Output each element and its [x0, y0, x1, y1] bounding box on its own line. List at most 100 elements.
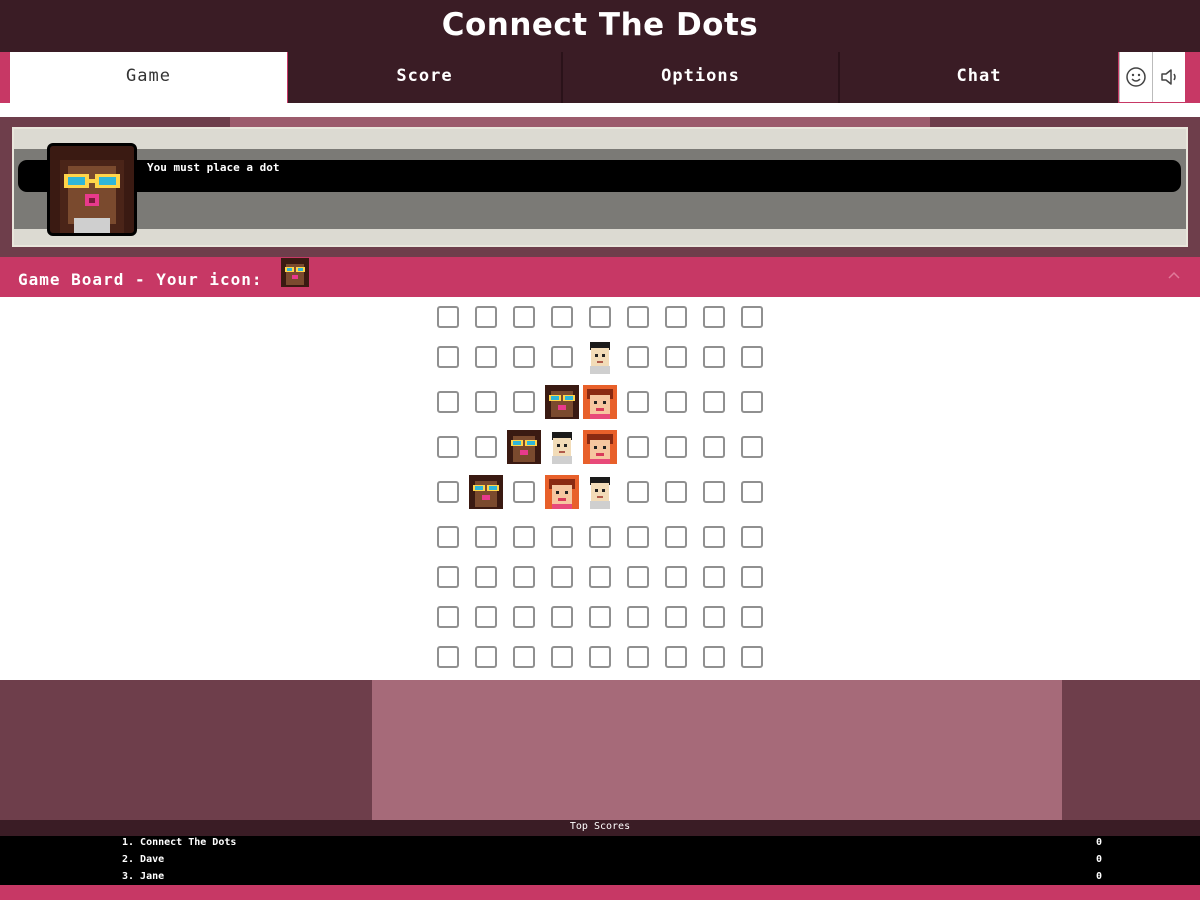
board-cell[interactable] [551, 526, 573, 548]
board-cell[interactable] [703, 391, 725, 413]
board-cell[interactable] [513, 646, 535, 668]
board-cell[interactable] [513, 346, 535, 368]
player-token-boy [545, 430, 579, 464]
tab-game[interactable]: Game [10, 52, 287, 103]
board-cell[interactable] [703, 481, 725, 503]
board-cell[interactable] [437, 526, 459, 548]
board-cell[interactable] [513, 391, 535, 413]
board-cell[interactable] [627, 306, 649, 328]
board-cell[interactable] [665, 391, 687, 413]
top-scores-title: Top Scores [569, 821, 631, 832]
app-title: Connect The Dots [0, 0, 1200, 52]
tab-underline [0, 103, 1200, 117]
board-cell[interactable] [437, 606, 459, 628]
board-cell[interactable] [437, 566, 459, 588]
score-entry-value: 0 [1096, 837, 1103, 848]
game-board [0, 297, 1200, 680]
board-cell[interactable] [475, 391, 497, 413]
board-cell[interactable] [475, 606, 497, 628]
board-cell[interactable] [741, 481, 763, 503]
board-cell[interactable] [741, 606, 763, 628]
score-entry-value: 0 [1096, 854, 1103, 865]
board-cell[interactable] [589, 606, 611, 628]
player-token-boy [583, 475, 617, 509]
board-cell[interactable] [589, 526, 611, 548]
board-cell[interactable] [437, 481, 459, 503]
board-cell[interactable] [665, 646, 687, 668]
tab-chat[interactable]: Chat [840, 52, 1118, 103]
tab-options[interactable]: Options [563, 52, 838, 103]
board-cell[interactable] [475, 646, 497, 668]
player-token-girl [545, 475, 579, 509]
player-avatar [47, 143, 137, 236]
board-cell[interactable] [665, 566, 687, 588]
board-cell[interactable] [513, 481, 535, 503]
board-cell[interactable] [741, 346, 763, 368]
board-cell[interactable] [475, 346, 497, 368]
board-cell[interactable] [703, 606, 725, 628]
board-cell[interactable] [703, 646, 725, 668]
board-cell[interactable] [741, 646, 763, 668]
board-cell[interactable] [627, 481, 649, 503]
emoji-button[interactable] [1119, 52, 1152, 102]
board-cell[interactable] [741, 391, 763, 413]
score-entry-name: 1. Connect The Dots [122, 837, 237, 848]
board-cell[interactable] [589, 566, 611, 588]
board-cell[interactable] [437, 391, 459, 413]
board-cell[interactable] [665, 346, 687, 368]
board-cell[interactable] [665, 306, 687, 328]
board-cell[interactable] [627, 606, 649, 628]
footer-bar [0, 885, 1200, 900]
board-cell[interactable] [665, 436, 687, 458]
player-token-you [545, 385, 579, 419]
board-cell[interactable] [627, 566, 649, 588]
your-icon-avatar [281, 258, 309, 287]
status-message: You must place a dot [147, 161, 280, 174]
board-cell[interactable] [551, 606, 573, 628]
board-cell[interactable] [627, 526, 649, 548]
board-cell[interactable] [513, 566, 535, 588]
board-cell[interactable] [627, 391, 649, 413]
board-cell[interactable] [437, 306, 459, 328]
board-cell[interactable] [551, 346, 573, 368]
board-cell[interactable] [665, 526, 687, 548]
board-cell[interactable] [703, 436, 725, 458]
tab-score[interactable]: Score [288, 52, 561, 103]
board-cell[interactable] [475, 306, 497, 328]
board-cell[interactable] [703, 566, 725, 588]
chevron-up-icon[interactable] [1166, 268, 1182, 282]
board-cell[interactable] [475, 526, 497, 548]
board-cell[interactable] [551, 306, 573, 328]
score-entry-name: 2. Dave [122, 854, 165, 865]
board-cell[interactable] [665, 606, 687, 628]
your-icon [281, 258, 309, 287]
board-cell[interactable] [741, 436, 763, 458]
board-cell[interactable] [513, 526, 535, 548]
board-cell[interactable] [665, 481, 687, 503]
board-cell[interactable] [513, 306, 535, 328]
board-cell[interactable] [551, 646, 573, 668]
board-cell[interactable] [437, 646, 459, 668]
board-cell[interactable] [703, 306, 725, 328]
player-token-boy [583, 340, 617, 374]
board-cell[interactable] [437, 346, 459, 368]
board-cell[interactable] [703, 346, 725, 368]
board-cell[interactable] [741, 566, 763, 588]
sound-button[interactable] [1152, 52, 1185, 102]
board-cell[interactable] [551, 566, 573, 588]
board-cell[interactable] [627, 346, 649, 368]
board-cell[interactable] [589, 306, 611, 328]
board-cell[interactable] [475, 566, 497, 588]
board-cell[interactable] [703, 526, 725, 548]
board-cell[interactable] [475, 436, 497, 458]
board-cell[interactable] [741, 306, 763, 328]
board-cell[interactable] [627, 646, 649, 668]
board-cell[interactable] [627, 436, 649, 458]
board-cell[interactable] [437, 436, 459, 458]
board-cell[interactable] [589, 646, 611, 668]
score-entry-name: 3. Jane [122, 871, 165, 882]
tab-bar: Game Score Options Chat [0, 52, 1200, 103]
board-cell[interactable] [513, 606, 535, 628]
board-cell[interactable] [741, 526, 763, 548]
player-token-you [469, 475, 503, 509]
